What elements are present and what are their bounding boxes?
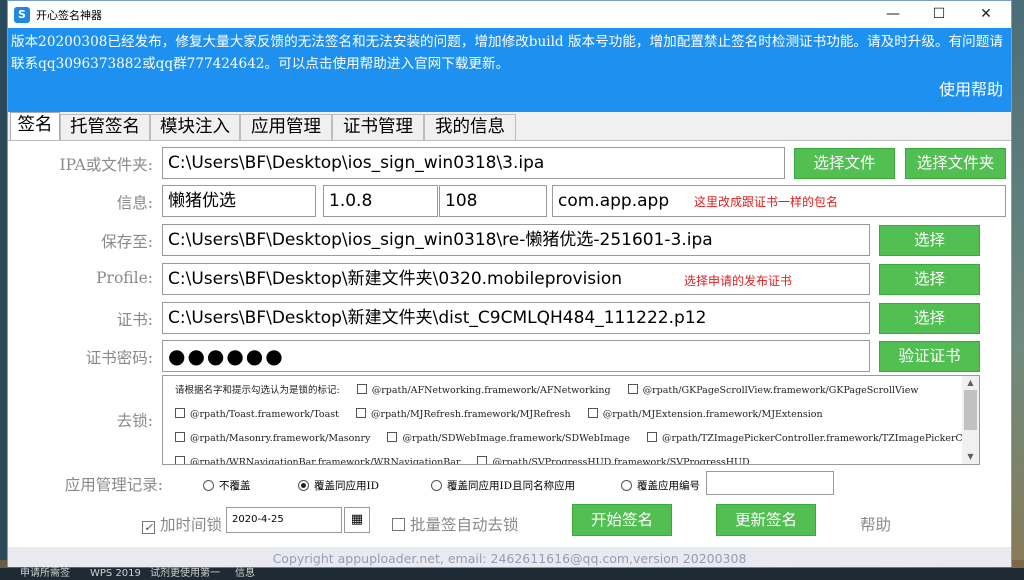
checkbox[interactable] — [392, 518, 405, 531]
lock-item[interactable]: @rpath/Toast.framework/Toast — [175, 404, 339, 426]
tab-my-info[interactable]: 我的信息 — [424, 114, 516, 140]
tab-cert-manage[interactable]: 证书管理 — [332, 114, 424, 140]
select-cert-button[interactable]: 选择 — [879, 303, 980, 334]
lock-intro: 请根据名字和提示勾选认为是锁的标记: — [175, 385, 340, 396]
tab-app-manage[interactable]: 应用管理 — [240, 114, 332, 140]
app-number-field[interactable] — [706, 471, 834, 495]
tab-bar: 签名 托管签名 模块注入 应用管理 证书管理 我的信息 — [8, 112, 1011, 140]
cert-password-label: 证书密码: — [85, 349, 153, 367]
lock-item[interactable]: @rpath/MJExtension.framework/MJExtension — [587, 404, 823, 426]
select-file-button[interactable]: 选择文件 — [794, 148, 895, 179]
usage-help-link[interactable]: 使用帮助 — [939, 76, 1003, 100]
checkbox[interactable] — [647, 432, 658, 442]
radio-no-overwrite[interactable]: 不覆盖 — [203, 478, 251, 493]
taskbar-item[interactable]: 信息 — [235, 568, 255, 580]
ipa-path-field[interactable]: C:\Users\BF\Desktop\ios_sign_win0318\3.i… — [162, 147, 785, 179]
taskbar-item[interactable]: 试剂更使用第一 — [150, 568, 220, 580]
version-field[interactable]: 1.0.8 — [323, 185, 438, 217]
date-field[interactable]: 2020-4-25 — [226, 507, 342, 533]
select-save-button[interactable]: 选择 — [879, 225, 980, 256]
checkbox[interactable] — [356, 408, 367, 418]
checkbox[interactable] — [175, 408, 185, 418]
lock-list-scrollbar[interactable]: ▲ ▼ — [962, 376, 979, 464]
taskbar: 申请所需签 WPS 2019 试剂更使用第一 信息 — [0, 568, 1024, 580]
maximize-button[interactable]: ☐ — [916, 1, 962, 28]
radio-dot-selected[interactable] — [298, 480, 309, 491]
window-title: 开心签名神器 — [36, 9, 102, 22]
scroll-thumb[interactable] — [964, 390, 977, 430]
notice-banner: 版本20200308已经发布，修复大量大家反馈的无法签名和无法安装的问题，增加修… — [8, 28, 1011, 112]
bundle-id-value: com.app.app — [558, 191, 670, 211]
start-sign-button[interactable]: 开始签名 — [572, 504, 672, 536]
lock-label: 去锁: — [116, 412, 153, 430]
tab-module-inject[interactable]: 模块注入 — [150, 114, 240, 140]
lock-item[interactable]: @rpath/GKPageScrollView.framework/GKPage… — [627, 380, 918, 402]
lock-item[interactable]: @rpath/TZImagePickerController.framework… — [647, 428, 979, 450]
save-label: 保存至: — [101, 233, 153, 251]
checkbox[interactable] — [356, 384, 367, 394]
lock-item[interactable]: @rpath/SVProgressHUD.framework/SVProgres… — [477, 452, 750, 464]
checkbox-checked[interactable]: ✓ — [142, 521, 155, 534]
desktop-right-strip — [1012, 0, 1024, 580]
lock-item[interactable]: @rpath/WRNavigationBar.framework/WRNavig… — [175, 452, 460, 464]
select-folder-button[interactable]: 选择文件夹 — [905, 148, 1006, 179]
record-label: 应用管理记录: — [64, 476, 163, 494]
title-bar: S 开心签名神器 — ☐ ✕ — [8, 1, 1011, 28]
bundle-id-note: 这里改成跟证书一样的包名 — [694, 195, 839, 209]
radio-dot[interactable] — [431, 480, 442, 491]
ipa-label: IPA或文件夹: — [59, 156, 153, 174]
cert-password-field[interactable]: ●●●●●● — [162, 340, 870, 372]
checkbox[interactable] — [175, 456, 185, 464]
profile-path-value: C:\Users\BF\Desktop\新建文件夹\0320.mobilepro… — [168, 269, 623, 289]
checkbox[interactable] — [627, 384, 638, 394]
checkbox[interactable] — [175, 432, 185, 442]
close-button[interactable]: ✕ — [963, 1, 1009, 28]
tab-hosted-sign[interactable]: 托管签名 — [60, 114, 150, 140]
info-label: 信息: — [116, 194, 153, 212]
checkbox[interactable] — [387, 432, 398, 442]
minimize-button[interactable]: — — [870, 1, 916, 28]
lock-item[interactable]: @rpath/SDWebImage.framework/SDWebImage — [387, 428, 630, 450]
radio-overwrite-app-number[interactable]: 覆盖应用编号 — [621, 478, 700, 493]
taskbar-item[interactable]: 申请所需签 — [20, 568, 70, 580]
help-button[interactable]: 帮助 — [860, 513, 891, 535]
time-lock-checkbox[interactable]: ✓ 加时间锁 — [142, 513, 222, 535]
cert-path-field[interactable]: C:\Users\BF\Desktop\新建文件夹\dist_C9CMLQH48… — [162, 302, 870, 334]
verify-cert-button[interactable]: 验证证书 — [879, 341, 980, 372]
lock-item[interactable]: @rpath/AFNetworking.framework/AFNetworki… — [356, 380, 611, 402]
scroll-down-icon[interactable]: ▼ — [962, 450, 979, 464]
notice-text: 版本20200308已经发布，修复大量大家反馈的无法签名和无法安装的问题，增加修… — [11, 34, 1003, 72]
cert-label: 证书: — [116, 311, 153, 329]
main-window: S 开心签名神器 — ☐ ✕ 版本20200308已经发布，修复大量大家反馈的无… — [7, 0, 1012, 567]
lock-item[interactable]: @rpath/Masonry.framework/Masonry — [175, 428, 370, 450]
profile-label: Profile: — [96, 269, 153, 287]
radio-overwrite-same-id[interactable]: 覆盖同应用ID — [298, 478, 379, 493]
select-profile-button[interactable]: 选择 — [879, 264, 980, 295]
app-name-field[interactable]: 懒猪优选 — [162, 185, 316, 217]
taskbar-item[interactable]: WPS 2019 — [90, 568, 141, 580]
scroll-up-icon[interactable]: ▲ — [962, 376, 979, 390]
radio-overwrite-same-id-name[interactable]: 覆盖同应用ID且同名称应用 — [431, 478, 575, 493]
radio-dot[interactable] — [203, 480, 214, 491]
radio-dot[interactable] — [621, 480, 632, 491]
tab-sign[interactable]: 签名 — [10, 112, 60, 140]
checkbox[interactable] — [587, 408, 598, 418]
batch-unlock-checkbox[interactable]: 批量签自动去锁 — [392, 513, 519, 535]
calendar-icon[interactable]: ▦ — [344, 507, 370, 533]
app-icon: S — [14, 7, 30, 23]
footer-copyright: Copyright appuploader.net, email: 246261… — [8, 547, 1011, 567]
lock-list: 请根据名字和提示勾选认为是锁的标记: @rpath/AFNetworking.f… — [162, 375, 980, 465]
update-sign-button[interactable]: 更新签名 — [716, 504, 816, 536]
lock-item[interactable]: @rpath/MJRefresh.framework/MJRefresh — [356, 404, 571, 426]
build-field[interactable]: 108 — [439, 185, 547, 217]
checkbox[interactable] — [477, 456, 488, 464]
profile-note: 选择申请的发布证书 — [684, 274, 793, 288]
save-path-field[interactable]: C:\Users\BF\Desktop\ios_sign_win0318\re-… — [162, 224, 870, 256]
sign-panel: IPA或文件夹: C:\Users\BF\Desktop\ios_sign_wi… — [8, 140, 1011, 547]
